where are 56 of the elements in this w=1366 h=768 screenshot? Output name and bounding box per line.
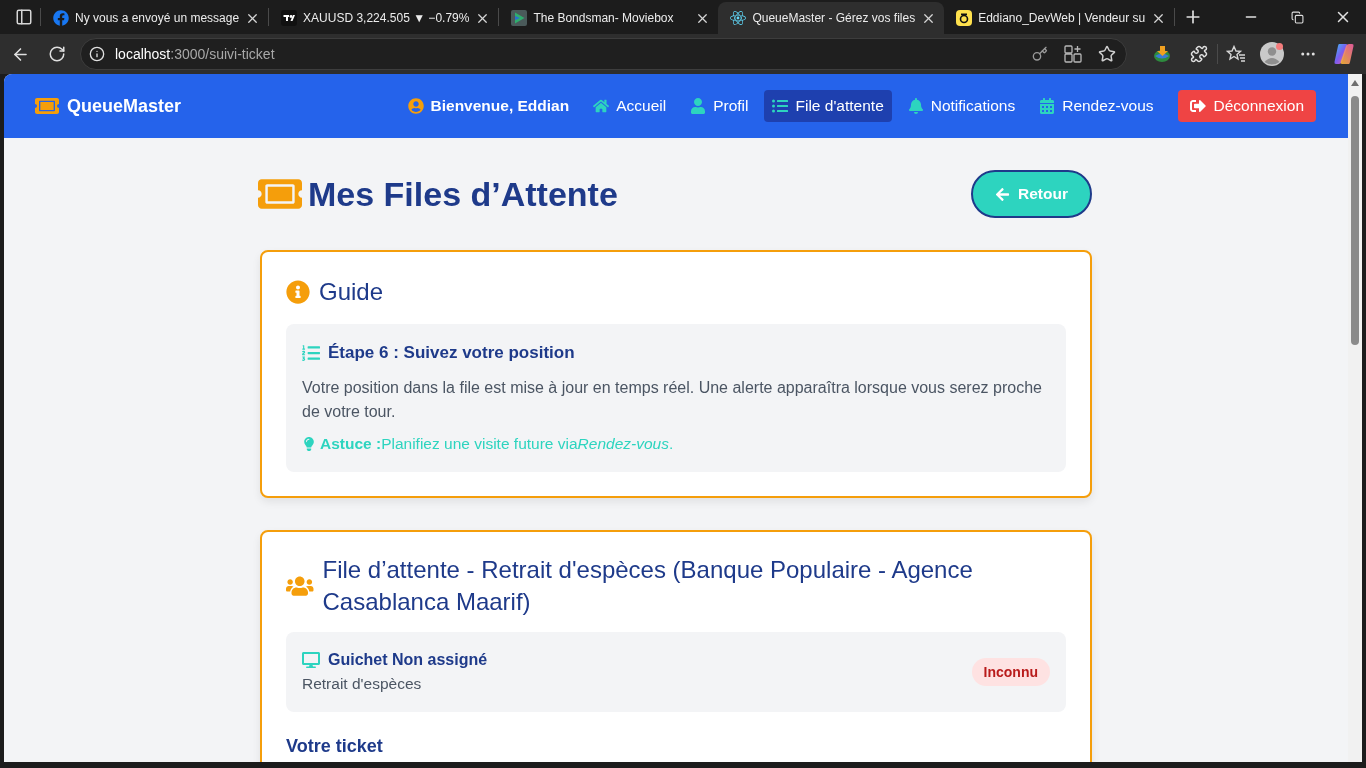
star-list-icon[interactable] (1226, 45, 1246, 63)
guide-heading: Guide (319, 277, 384, 307)
nav-link[interactable]: Accueil (585, 90, 675, 122)
page-title: Mes Files d’Attente (308, 174, 618, 214)
status-badge: Inconnu (971, 658, 1050, 686)
browser-tab[interactable]: QueueMaster - Gérez vos files (718, 2, 945, 34)
nav-link[interactable]: Rendez-vous (1031, 90, 1162, 122)
tip-text: Astuce :Planifiez une visite future viaRendez-vous. (320, 434, 674, 454)
lightbulb-icon (302, 437, 316, 451)
numbered-list-icon (302, 344, 320, 362)
url-text: localhost:3000/suivi-ticket (115, 46, 276, 62)
calendar-icon (1039, 98, 1056, 114)
browser-tab[interactable]: XAUUSD 3,224.505 ▼ −0.79% (269, 2, 499, 34)
nav-link[interactable]: Notifications (899, 90, 1024, 122)
scrollbar-thumb[interactable] (1351, 96, 1359, 345)
browser-tab[interactable]: The Bondsman- Moviebox (499, 2, 719, 34)
restore-icon[interactable] (1290, 10, 1304, 24)
grid-plus-icon[interactable] (1064, 45, 1082, 63)
globe-download-icon[interactable] (1153, 45, 1173, 63)
nav-link[interactable]: Profil (682, 90, 757, 122)
step-description: Votre position dans la file est mise à jour en temps réel. Une alerte apparaîtra lorsque vous serez proche de votre tour. (302, 378, 1043, 422)
key-icon[interactable] (1032, 46, 1048, 62)
nav-link[interactable]: File d'attente (764, 90, 892, 122)
arrow-left-icon (995, 186, 1011, 202)
logo-square-icon (956, 10, 973, 26)
reload-icon[interactable] (48, 45, 66, 63)
scrollbar-track[interactable] (1348, 74, 1362, 762)
info-icon[interactable] (89, 46, 105, 62)
atom-icon (730, 10, 747, 26)
service-label: Retrait d'espèces (302, 674, 423, 694)
browser-tab[interactable]: Eddiano_DevWeb | Vendeur su (944, 2, 1175, 34)
counter-label: Guichet Non assigné (328, 650, 488, 670)
sidebar-icon[interactable] (15, 8, 33, 26)
browser-tab[interactable]: Ny vous a envoyé un message (41, 2, 269, 34)
play-square-icon (511, 10, 528, 26)
star-icon[interactable] (1098, 45, 1116, 63)
logo-square-icon (281, 10, 298, 26)
user-icon (690, 98, 707, 114)
puzzle-icon[interactable] (1190, 45, 1208, 63)
address-bar[interactable]: localhost:3000/suivi-ticket (80, 38, 1127, 70)
bell-icon (907, 98, 924, 114)
logout-button[interactable]: Déconnexion (1177, 90, 1316, 122)
brand-name[interactable]: QueueMaster (67, 95, 182, 117)
sign-out-icon (1189, 98, 1206, 114)
copilot-icon[interactable] (1333, 43, 1355, 65)
greeting-text: Bienvenue, Eddian (430, 97, 570, 115)
scroll-up-icon[interactable] (1351, 80, 1359, 86)
notification-dot-icon (1276, 43, 1283, 50)
step-title: Étape 6 : Suivez votre position (328, 342, 575, 364)
ticket-heading: Votre ticket (286, 735, 384, 758)
queue-title: File d’attente - Retrait d'espèces (Banque Populaire - Agence Casablanca Maarif) (322, 555, 974, 617)
home-icon (593, 98, 610, 114)
info-icon (286, 280, 310, 304)
avatar-icon[interactable] (1260, 42, 1284, 66)
monitor-icon (302, 651, 320, 669)
list-icon (772, 98, 789, 114)
